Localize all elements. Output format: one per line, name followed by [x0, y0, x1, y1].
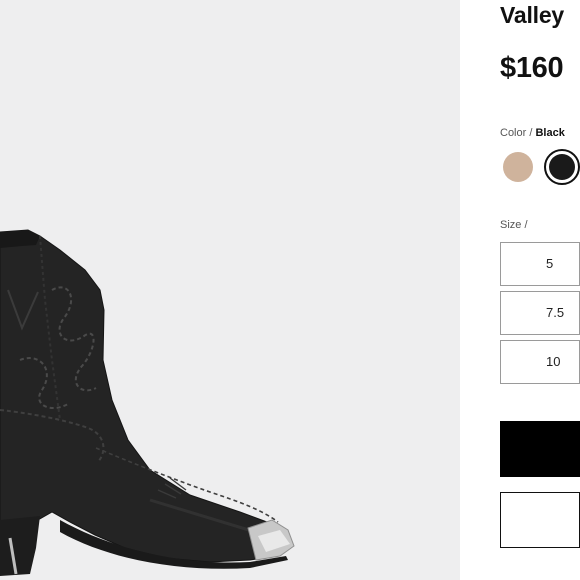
black-western-ankle-boot-icon — [0, 229, 295, 576]
size-separator: / — [521, 219, 528, 231]
size-label: Size — [500, 219, 522, 231]
color-swatch-black-fill — [549, 154, 575, 180]
product-details-panel: Valley $160 Color / Black Size / 5 7.5 1… — [500, 0, 580, 580]
color-swatch-black[interactable] — [544, 149, 580, 185]
size-option-10[interactable]: 10 — [500, 340, 580, 384]
size-option-7-5[interactable]: 7.5 — [500, 291, 580, 335]
size-option-5[interactable]: 5 — [500, 242, 580, 286]
product-title: Valley — [500, 2, 565, 28]
product-page: Valley $160 Color / Black Size / 5 7.5 1… — [0, 0, 580, 580]
secondary-action-button[interactable] — [500, 492, 580, 548]
color-label: Color — [500, 127, 527, 139]
add-to-bag-button[interactable] — [500, 421, 580, 477]
color-swatch-tan[interactable] — [503, 152, 533, 182]
color-selector-label: Color / Black — [500, 127, 565, 139]
size-selector-label: Size / — [500, 219, 528, 231]
product-image-gallery[interactable] — [0, 0, 460, 580]
selected-color-name: Black — [535, 127, 565, 139]
product-price: $160 — [500, 52, 564, 84]
